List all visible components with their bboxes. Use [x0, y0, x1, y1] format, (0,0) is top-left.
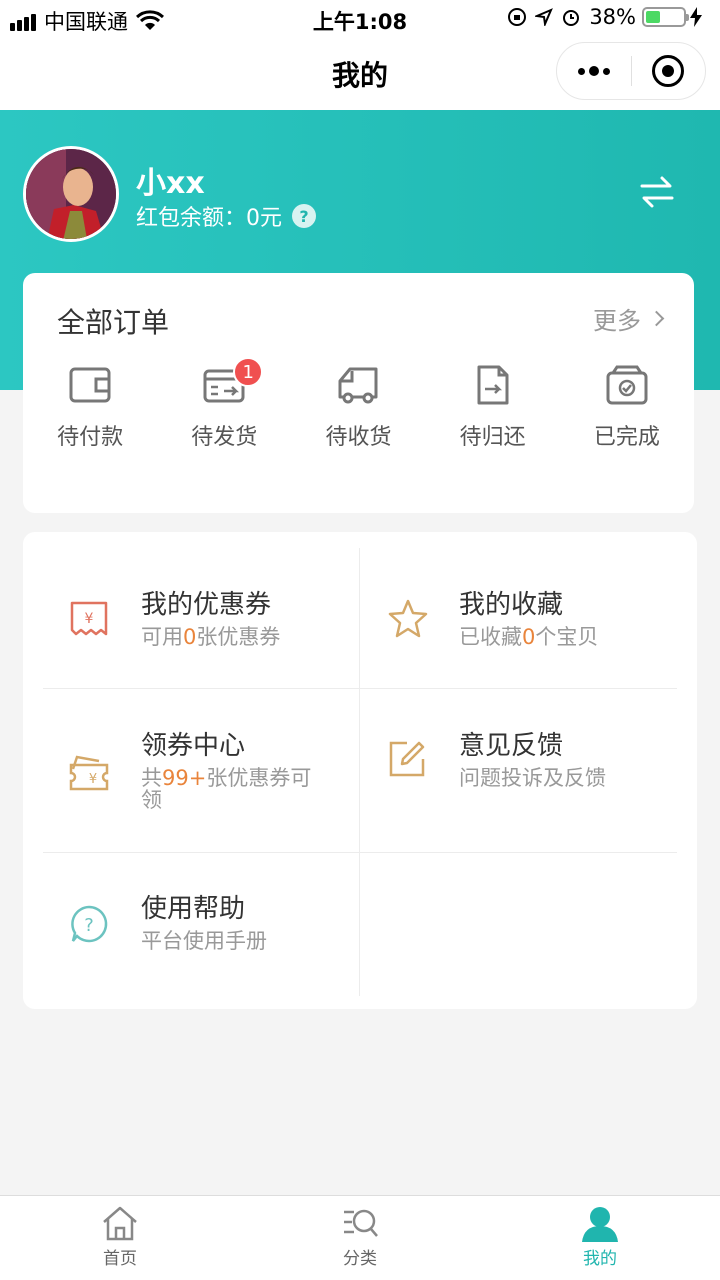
target-icon — [652, 55, 685, 87]
divider — [43, 688, 677, 689]
status-bar: 中国联通 上午1:08 38% — [0, 0, 720, 40]
order-pending-shipment[interactable]: 1 待发货 — [157, 357, 291, 451]
help-icon[interactable]: ? — [292, 204, 316, 228]
service-subtitle: 平台使用手册 — [141, 929, 267, 953]
switch-account-icon[interactable] — [640, 174, 674, 210]
coupon-center-item[interactable]: ¥ 领券中心 共99+张优惠券可领 — [69, 725, 339, 825]
signal-icon — [10, 11, 38, 31]
document-return-icon — [477, 365, 509, 405]
services-card: ¥ 我的优惠券 可用0张优惠券 我的收藏 已收藏0个宝贝 ¥ 领券中心 共99+… — [23, 532, 697, 1009]
home-icon — [103, 1206, 137, 1241]
service-title: 使用帮助 — [141, 894, 246, 924]
svg-text:¥: ¥ — [85, 611, 94, 627]
my-favorites-item[interactable]: 我的收藏 已收藏0个宝贝 — [387, 584, 677, 654]
order-completed[interactable]: 已完成 — [560, 365, 694, 451]
order-label: 已完成 — [593, 425, 660, 450]
tab-home[interactable]: 首页 — [0, 1196, 240, 1280]
service-title: 我的收藏 — [459, 590, 564, 620]
nav-bar: 我的 — [0, 40, 720, 110]
tab-label: 我的 — [583, 1249, 617, 1269]
feedback-item[interactable]: 意见反馈 问题投诉及反馈 — [387, 725, 677, 795]
user-icon — [582, 1207, 618, 1242]
box-check-icon — [606, 365, 648, 405]
service-subtitle: 问题投诉及反馈 — [459, 766, 606, 790]
help-item[interactable]: ? 使用帮助 平台使用手册 — [69, 888, 339, 958]
service-title: 我的优惠券 — [141, 590, 272, 620]
ticket-icon: ¥ — [69, 755, 109, 791]
tab-label: 首页 — [103, 1249, 137, 1269]
orders-more-label: 更多 — [593, 307, 641, 335]
battery-percent: 38% — [589, 5, 636, 29]
carrier-name: 中国联通 — [44, 10, 128, 34]
wallet-icon — [69, 367, 111, 403]
notification-badge: 1 — [233, 357, 264, 387]
order-pending-payment[interactable]: 待付款 — [23, 365, 157, 451]
username: 小xx — [136, 166, 205, 201]
avatar[interactable] — [23, 146, 119, 242]
edit-icon — [389, 741, 425, 777]
tab-mine[interactable]: 我的 — [480, 1196, 720, 1280]
service-title: 领券中心 — [141, 731, 246, 761]
close-miniprogram-button[interactable] — [632, 42, 705, 100]
chevron-right-icon — [648, 310, 665, 327]
service-subtitle: 可用0张优惠券 — [141, 625, 281, 649]
orders-title: 全部订单 — [57, 306, 170, 339]
order-label: 待付款 — [57, 425, 124, 450]
coupon-icon: ¥ — [70, 601, 108, 636]
wifi-icon — [136, 10, 164, 30]
orders-more-link[interactable]: 更多 — [593, 301, 665, 336]
balance-text: 红包余额：0元 — [136, 206, 282, 231]
more-menu-button[interactable] — [557, 42, 631, 100]
svg-text:?: ? — [84, 915, 94, 936]
location-icon — [535, 8, 554, 26]
svg-text:¥: ¥ — [89, 772, 97, 787]
red-packet-balance: 红包余额：0元 ? — [136, 200, 316, 232]
service-title: 意见反馈 — [459, 731, 564, 761]
alarm-icon — [563, 10, 580, 26]
tab-label: 分类 — [343, 1249, 377, 1269]
service-subtitle: 已收藏0个宝贝 — [459, 625, 599, 649]
charging-icon — [690, 7, 702, 27]
order-label: 待收货 — [325, 425, 392, 450]
help-icon: ? — [71, 905, 108, 943]
orders-card: 全部订单 更多 待付款 1 待发货 待收货 待归还 已完成 — [23, 273, 694, 513]
battery-icon — [642, 7, 689, 27]
category-search-icon — [344, 1209, 378, 1237]
order-pending-return[interactable]: 待归还 — [426, 365, 560, 451]
divider — [43, 852, 677, 853]
order-pending-receipt[interactable]: 待收货 — [291, 365, 425, 451]
tab-bar: 首页 分类 我的 — [0, 1195, 720, 1280]
order-label: 待归还 — [459, 425, 526, 450]
truck-icon — [338, 367, 378, 404]
order-label: 待发货 — [191, 425, 258, 450]
service-subtitle: 共99+张优惠券可领 — [141, 766, 312, 812]
tab-category[interactable]: 分类 — [240, 1196, 480, 1280]
my-coupons-item[interactable]: ¥ 我的优惠券 可用0张优惠券 — [69, 584, 339, 654]
star-icon — [388, 599, 428, 638]
rotation-lock-icon — [508, 8, 527, 26]
divider — [359, 548, 360, 996]
mini-program-capsule — [556, 42, 706, 100]
